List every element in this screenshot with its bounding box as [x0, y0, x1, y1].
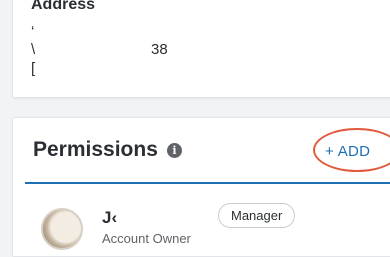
address-heading: Address: [31, 0, 96, 10]
permissions-title: Permissions: [33, 138, 158, 161]
avatar: [41, 208, 83, 250]
info-icon[interactable]: i: [166, 142, 182, 158]
address-line-2-start: \: [31, 41, 36, 58]
address-card: Address ‘ \ 38 [: [12, 0, 390, 98]
address-line-2: \ 38: [31, 41, 168, 58]
role-badge[interactable]: Manager: [218, 203, 296, 228]
permissions-card: Permissions i + ADD J‹ Account Owner Man…: [12, 117, 390, 257]
section-divider: [25, 182, 390, 184]
permissions-header: Permissions i: [33, 138, 182, 162]
address-line-3: [: [31, 60, 36, 77]
member-name: J‹: [102, 208, 118, 227]
member-role: Account Owner: [102, 231, 191, 246]
address-line-2-end: 38: [151, 41, 168, 58]
add-permission-button[interactable]: + ADD: [325, 143, 370, 160]
address-line-1: ‘: [31, 23, 35, 40]
